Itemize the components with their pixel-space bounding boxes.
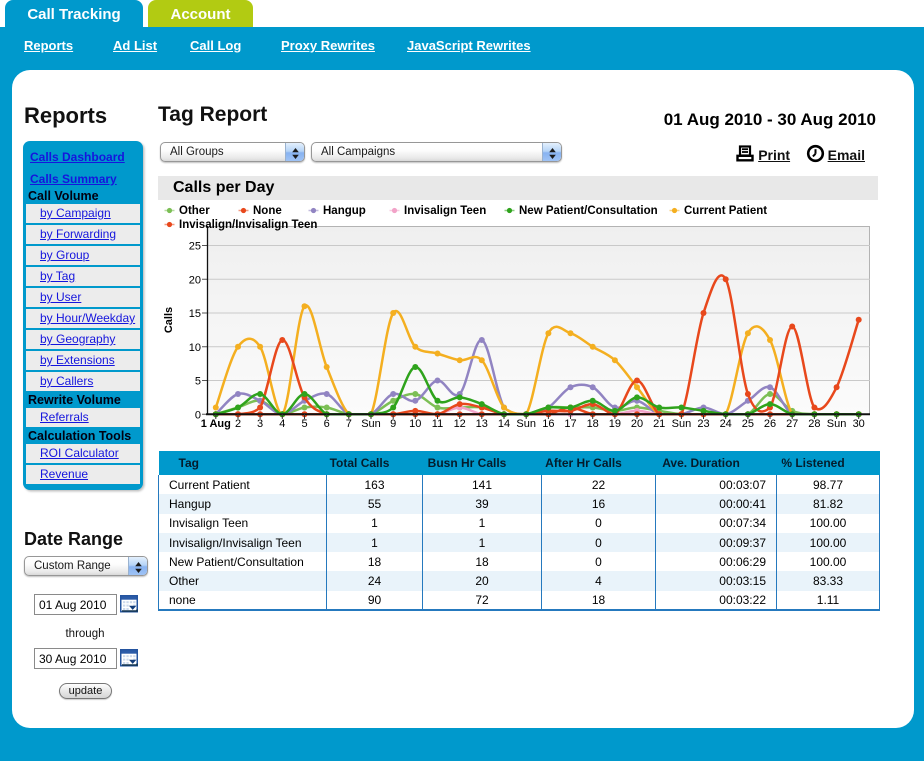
svg-text:3: 3	[257, 418, 263, 430]
svg-text:19: 19	[609, 418, 621, 430]
svg-text:1 Aug: 1 Aug	[201, 418, 231, 430]
svg-text:26: 26	[764, 418, 776, 430]
svg-text:4: 4	[279, 418, 285, 430]
svg-text:Sun: Sun	[361, 418, 381, 430]
svg-text:Sun: Sun	[827, 418, 847, 430]
svg-text:2: 2	[235, 418, 241, 430]
svg-text:Calls: Calls	[163, 307, 175, 333]
svg-text:15: 15	[189, 308, 201, 320]
svg-text:10: 10	[409, 418, 421, 430]
svg-text:30: 30	[853, 418, 865, 430]
svg-text:20: 20	[631, 418, 643, 430]
svg-text:5: 5	[301, 418, 307, 430]
svg-text:6: 6	[324, 418, 330, 430]
svg-text:9: 9	[390, 418, 396, 430]
svg-text:13: 13	[476, 418, 488, 430]
svg-text:12: 12	[454, 418, 466, 430]
svg-text:17: 17	[564, 418, 576, 430]
svg-text:14: 14	[498, 418, 510, 430]
svg-text:23: 23	[697, 418, 709, 430]
svg-text:11: 11	[432, 418, 443, 430]
svg-text:20: 20	[189, 274, 201, 286]
svg-text:18: 18	[587, 418, 599, 430]
svg-text:25: 25	[742, 418, 754, 430]
svg-text:5: 5	[195, 376, 201, 388]
svg-text:Sun: Sun	[516, 418, 536, 430]
svg-text:16: 16	[542, 418, 554, 430]
svg-text:28: 28	[808, 418, 820, 430]
svg-text:Sun: Sun	[672, 418, 692, 430]
svg-text:27: 27	[786, 418, 798, 430]
svg-text:24: 24	[720, 418, 732, 430]
svg-text:10: 10	[189, 342, 201, 354]
svg-text:7: 7	[346, 418, 352, 430]
svg-text:25: 25	[189, 241, 201, 253]
svg-text:21: 21	[653, 418, 665, 430]
